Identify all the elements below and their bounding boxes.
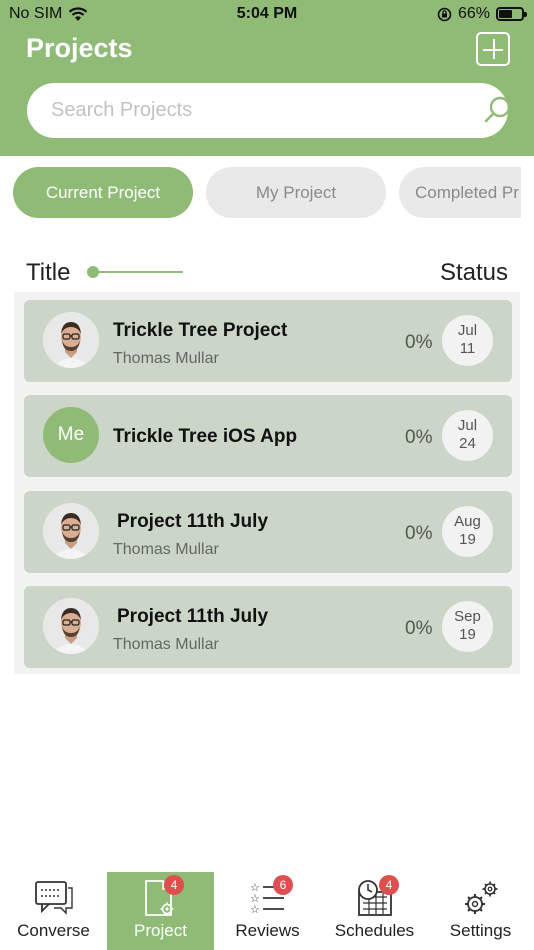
tabbar-label: Reviews <box>235 921 300 940</box>
tabbar-item-converse[interactable]: Converse <box>0 872 107 950</box>
app-header: No SIM 5:04 PM 66% Projects <box>0 0 534 156</box>
chat-icon <box>35 881 73 915</box>
due-month: Sep <box>454 608 481 625</box>
svg-text:☆: ☆ <box>250 903 260 916</box>
project-progress: 0% <box>405 523 433 544</box>
project-card[interactable]: Project 11th July Thomas Mullar 0% Sep 1… <box>24 586 512 668</box>
project-card[interactable]: Project 11th July Thomas Mullar 0% Aug 1… <box>24 491 512 573</box>
due-month: Jul <box>457 322 478 339</box>
due-day: 19 <box>459 531 476 548</box>
status-column-header[interactable]: Status <box>440 259 508 287</box>
project-card[interactable]: Me Trickle Tree iOS App 0% Jul 24 <box>24 395 512 477</box>
add-project-button[interactable] <box>476 32 510 66</box>
tabbar-item-reviews[interactable]: ☆ ☆ ☆ 6 Reviews <box>214 872 321 950</box>
project-owner: Thomas Mullar <box>113 636 219 653</box>
tabbar-label: Schedules <box>334 921 415 940</box>
due-month: Aug <box>454 513 481 530</box>
battery-percent: 66% <box>457 5 490 22</box>
tabbar-item-settings[interactable]: Settings <box>427 872 534 950</box>
title-column-header[interactable]: Title <box>26 259 70 287</box>
due-date-badge: Sep 19 <box>442 601 493 652</box>
due-day: 19 <box>459 626 476 643</box>
project-owner: Thomas Mullar <box>113 350 219 367</box>
search-input[interactable] <box>51 93 451 127</box>
tabbar-label: Settings <box>449 921 512 940</box>
search-icon[interactable] <box>481 95 513 127</box>
project-card[interactable]: Trickle Tree Project Thomas Mullar 0% Ju… <box>24 300 512 382</box>
project-name: Trickle Tree Project <box>113 320 288 341</box>
tabbar-label: Converse <box>17 921 90 940</box>
tabbar-item-project[interactable]: 4 Project <box>107 872 214 950</box>
tab-completed-project[interactable]: Completed Pr <box>399 167 521 218</box>
tab-current-project[interactable]: Current Project <box>13 167 193 218</box>
tabbar-item-schedules[interactable]: 4 Schedules <box>321 872 428 950</box>
user-photo-icon <box>43 503 99 559</box>
due-day: 24 <box>459 435 476 452</box>
gears-icon <box>465 881 498 914</box>
user-photo-icon <box>43 312 99 368</box>
status-bar: No SIM 5:04 PM 66% <box>0 0 534 28</box>
project-filter-tabs: Current Project My Project Completed Pr <box>0 167 521 219</box>
user-photo-icon <box>43 598 99 654</box>
notification-badge: 4 <box>379 875 399 895</box>
avatar-initials: Me <box>43 407 99 463</box>
due-date-badge: Jul 11 <box>442 315 493 366</box>
notification-badge: 6 <box>273 875 293 895</box>
bottom-tab-bar: Converse 4 Project ☆ ☆ ☆ 6 Reviews 4 Sch… <box>0 872 534 950</box>
project-progress: 0% <box>405 618 433 639</box>
project-progress: 0% <box>405 427 433 448</box>
avatar <box>43 503 99 559</box>
project-name: Project 11th July <box>117 511 269 532</box>
sort-indicator-line <box>94 271 183 273</box>
tabbar-label: Project <box>134 921 187 940</box>
project-name: Project 11th July <box>117 606 269 627</box>
orientation-lock-icon <box>437 7 452 21</box>
project-name: Trickle Tree iOS App <box>113 426 298 447</box>
battery-icon <box>496 7 527 21</box>
due-date-badge: Aug 19 <box>442 506 493 557</box>
notification-badge: 4 <box>164 875 184 895</box>
page-title: Projects <box>26 33 133 63</box>
avatar <box>43 598 99 654</box>
search-bar <box>27 83 511 138</box>
avatar <box>43 312 99 368</box>
due-day: 11 <box>459 340 476 357</box>
project-progress: 0% <box>405 332 433 353</box>
tab-my-project[interactable]: My Project <box>206 167 386 218</box>
due-date-badge: Jul 24 <box>442 410 493 461</box>
project-owner: Thomas Mullar <box>113 541 219 558</box>
due-month: Jul <box>457 417 478 434</box>
